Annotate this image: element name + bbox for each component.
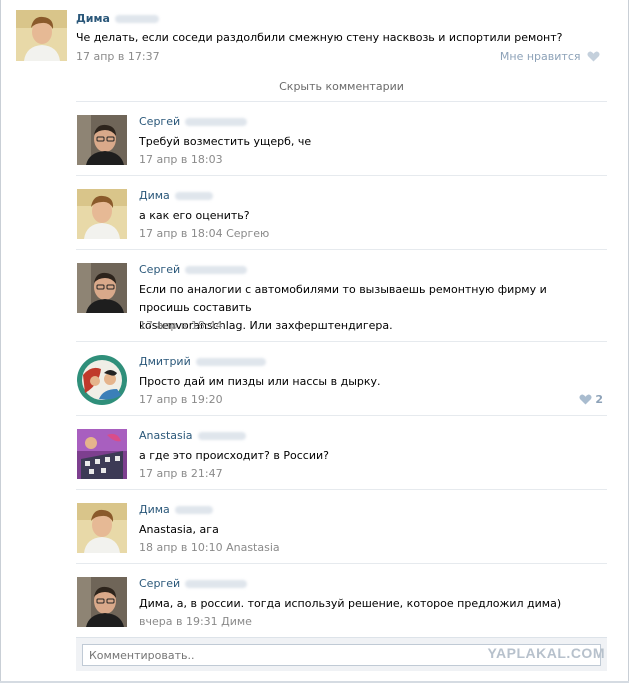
like-button[interactable]: Мне нравится — [500, 50, 600, 63]
watermark-logo: YAPLAKAL.COM — [487, 645, 605, 661]
comment-author[interactable]: Anastasia — [139, 429, 246, 442]
avatar-dima[interactable] — [16, 10, 67, 61]
blurred-surname — [185, 580, 248, 588]
comment-text: Anastasia, ага — [139, 523, 219, 536]
wall-post: Дима Че делать, если соседи раздолбили с… — [16, 10, 608, 66]
avatar-sergey[interactable] — [77, 577, 127, 627]
comment-meta[interactable]: 17 апр в 18:44 — [139, 319, 223, 332]
post-date[interactable]: 17 апр в 17:37 — [76, 50, 160, 63]
comment-meta[interactable]: 17 апр в 18:03 — [139, 153, 223, 166]
avatar-anastasia[interactable] — [77, 429, 127, 479]
avatar-sergey[interactable] — [77, 115, 127, 165]
comment-text: Дима, а, в россии. тогда используй решен… — [139, 597, 562, 610]
comment-like-button[interactable]: 2 — [576, 393, 603, 406]
comment-item: Сергей Если по аналогии с автомобилями т… — [76, 250, 607, 342]
comment-item: Сергей Требуй возместить ущерб, че 17 ап… — [76, 102, 607, 176]
blurred-surname — [185, 118, 248, 126]
comment-author[interactable]: Дима — [139, 189, 213, 202]
heart-icon — [578, 394, 592, 405]
comment-item: Дима Anastasia, ага 18 апр в 10:10 Anast… — [76, 490, 607, 564]
blurred-surname — [185, 266, 248, 274]
like-count: 2 — [595, 393, 603, 406]
comment-item: Anastasia а где это происходит? в России… — [76, 416, 607, 490]
avatar-dima[interactable] — [77, 503, 127, 553]
hide-comments-link[interactable]: Скрыть комментарии — [76, 80, 607, 93]
avatar-dmitry[interactable] — [77, 355, 127, 405]
comment-author[interactable]: Сергей — [139, 577, 248, 590]
comment-item: Дима а как его оценить? 17 апр в 18:04 С… — [76, 176, 607, 250]
comment-meta[interactable]: 17 апр в 19:20 — [139, 393, 223, 406]
comment-author[interactable]: Дима — [139, 503, 213, 516]
comment-meta[interactable]: 18 апр в 10:10 Anastasia — [139, 541, 280, 554]
avatar-dima[interactable] — [77, 189, 127, 239]
blurred-surname — [195, 358, 266, 366]
post-author[interactable]: Дима — [76, 12, 159, 25]
comment-author[interactable]: Сергей — [139, 263, 248, 276]
like-label: Мне нравится — [499, 50, 581, 63]
blurred-surname — [174, 192, 213, 200]
post-text: Че делать, если соседи раздолбили смежну… — [76, 31, 563, 44]
heart-icon — [587, 51, 600, 62]
comment-text-line: Если по аналогии с автомобилями то вызыв… — [139, 283, 547, 314]
avatar-sergey[interactable] — [77, 263, 127, 313]
blurred-surname — [174, 506, 213, 514]
comment-item: Дмитрий Просто дай им пизды или нассы в … — [76, 342, 607, 416]
comment-text: а где это происходит? в России? — [139, 449, 329, 462]
comment-text: а как его оценить? — [139, 209, 250, 222]
blurred-surname — [197, 432, 246, 440]
blurred-surname — [114, 15, 159, 23]
comment-item: Сергей Дима, а, в россии. тогда использу… — [76, 564, 607, 637]
comment-meta[interactable]: 17 апр в 18:04 Сергею — [139, 227, 269, 240]
comment-text: Требуй возместить ущерб, че — [139, 135, 312, 148]
comment-text: Просто дай им пизды или нассы в дырку. — [139, 375, 381, 388]
comment-meta[interactable]: 17 апр в 21:47 — [139, 467, 223, 480]
comment-meta[interactable]: вчера в 19:31 Диме — [139, 615, 252, 628]
comment-author[interactable]: Дмитрий — [139, 355, 266, 368]
comment-author[interactable]: Сергей — [139, 115, 248, 128]
